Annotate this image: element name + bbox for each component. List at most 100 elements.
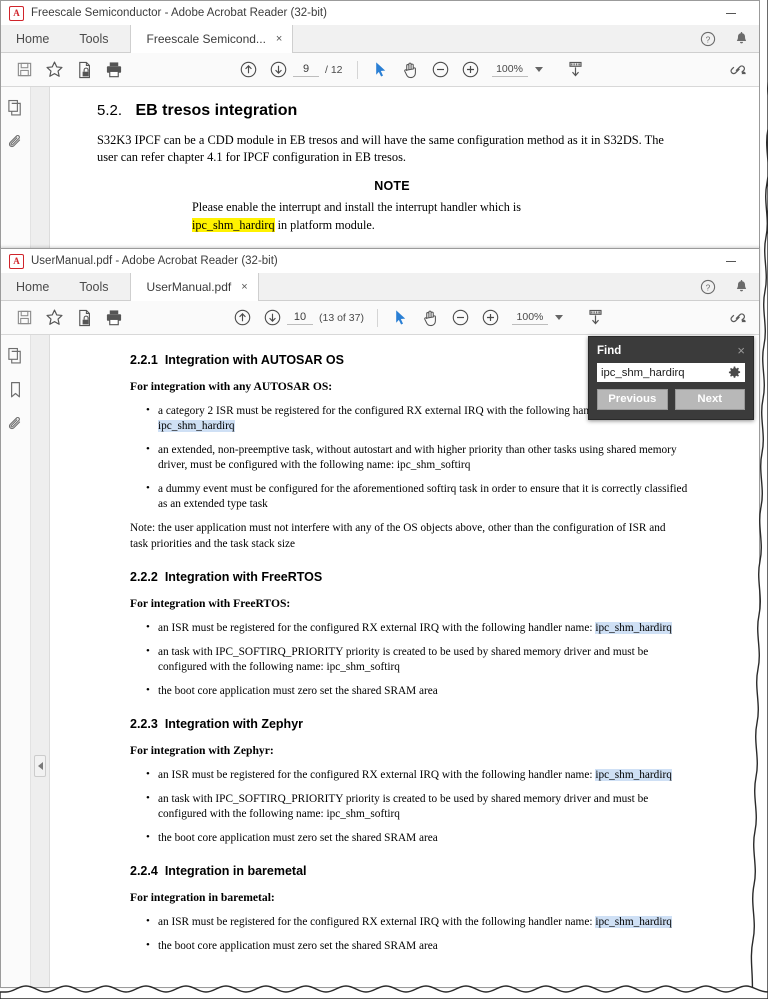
pdf-bullet-item: an ISR must be registered for the config…	[146, 767, 699, 783]
document-tab-back[interactable]: Freescale Semicond... ×	[129, 25, 294, 53]
fit-page-icon[interactable]	[581, 303, 611, 333]
share-link-icon[interactable]	[723, 303, 753, 333]
titlebar-back[interactable]: A Freescale Semiconductor - Adobe Acroba…	[1, 1, 759, 25]
menu-home-label: Home	[16, 279, 50, 294]
pdf-bullet-item: an extended, non-preemptive task, withou…	[146, 442, 699, 473]
page-thumbnails-icon[interactable]	[7, 347, 24, 365]
previous-page-arrow-icon[interactable]	[227, 303, 257, 333]
window-usermanual-pdf[interactable]: A UserManual.pdf - Adobe Acrobat Reader …	[0, 248, 760, 988]
help-circle-icon[interactable]: ?	[700, 31, 716, 47]
pdf-section-title: Integration with FreeRTOS	[164, 570, 323, 585]
zoom-in-icon[interactable]	[456, 55, 486, 85]
note-body-back: Please enable the interrupt and install …	[97, 199, 733, 234]
page-canvas-back[interactable]: 5.2. EB tresos integration S32K3 IPCF ca…	[50, 87, 759, 251]
menu-home-label: Home	[16, 31, 50, 46]
window-freescale-semiconductor[interactable]: A Freescale Semiconductor - Adobe Acroba…	[0, 0, 760, 252]
share-link-icon[interactable]	[723, 55, 753, 85]
menu-home-back[interactable]: Home	[1, 25, 64, 52]
menu-home-front[interactable]: Home	[1, 273, 64, 300]
add-to-favorites-star-icon[interactable]	[39, 55, 69, 85]
close-icon[interactable]: ×	[241, 281, 247, 293]
window-body-front: 2.2.1 Integration with AUTOSAR OS For inte…	[1, 335, 759, 987]
attachments-paperclip-icon[interactable]	[7, 133, 24, 151]
section-paragraph-back: S32K3 IPCF can be a CDD module in EB tre…	[97, 133, 664, 165]
save-floppy-icon[interactable]	[9, 303, 39, 333]
zoom-out-icon[interactable]	[426, 55, 456, 85]
fit-page-icon[interactable]	[561, 55, 591, 85]
zoom-level-dropdown-front[interactable]: 100%	[511, 311, 563, 325]
page-number-input-front[interactable]: 10	[287, 311, 313, 325]
pdf-bullet-item: an task with IPC_SOFTIRQ_PRIORITY priori…	[146, 644, 699, 675]
close-icon[interactable]: ×	[276, 33, 282, 45]
pdf-bullet-item: the boot core application must zero set …	[146, 938, 699, 954]
pdf-section-heading: 2.2.2 Integration with FreeRTOS	[130, 570, 699, 584]
window-title-back: Freescale Semiconductor - Adobe Acrobat …	[31, 7, 327, 19]
pdf-bullet-list: an ISR must be registered for the config…	[130, 914, 699, 954]
find-settings-gear-icon[interactable]	[728, 366, 741, 379]
menu-tools-front[interactable]: Tools	[64, 273, 123, 300]
pdf-search-match-highlight: ipc_shm_hardirq	[595, 769, 672, 782]
acrobat-pdf-icon: A	[9, 5, 24, 21]
print-icon[interactable]	[99, 303, 129, 333]
find-search-input[interactable]: ipc_shm_hardirq	[601, 367, 728, 379]
select-cursor-icon[interactable]	[366, 55, 396, 85]
find-previous-button[interactable]: Previous	[597, 389, 668, 410]
protect-document-icon[interactable]	[69, 55, 99, 85]
pdf-bullet-text: the boot core application must zero set …	[158, 832, 438, 845]
find-dialog[interactable]: Find × ipc_shm_hardirq Previous Next	[588, 336, 754, 420]
tabstrip-right-icons: ?	[700, 25, 759, 52]
help-circle-icon[interactable]: ?	[700, 279, 716, 295]
page-number-input-back[interactable]: 9	[293, 63, 319, 77]
pdf-bullet-list: an ISR must be registered for the config…	[130, 620, 699, 699]
notification-bell-icon[interactable]	[734, 279, 749, 295]
pdf-section-title: Integration with Zephyr	[164, 717, 304, 732]
find-input-row[interactable]: ipc_shm_hardirq	[597, 363, 745, 382]
zoom-level-dropdown-back[interactable]: 100%	[491, 63, 543, 77]
save-floppy-icon[interactable]	[9, 55, 39, 85]
previous-page-arrow-icon[interactable]	[233, 55, 263, 85]
page-canvas-front[interactable]: 2.2.1 Integration with AUTOSAR OS For inte…	[50, 335, 759, 987]
pdf-search-match-highlight: ipc_shm_hardirq	[595, 916, 672, 929]
pdf-bullet-item: an task with IPC_SOFTIRQ_PRIORITY priori…	[146, 791, 699, 822]
collapse-panel-button[interactable]	[34, 755, 46, 777]
next-page-arrow-icon[interactable]	[263, 55, 293, 85]
toolbar-separator-back	[356, 60, 358, 79]
document-tab-label: UserManual.pdf	[146, 280, 232, 294]
toolbar-back: 9 / 12 100%	[1, 53, 759, 87]
svg-text:?: ?	[706, 34, 711, 44]
navigation-rail-back	[1, 87, 31, 251]
titlebar-front[interactable]: A UserManual.pdf - Adobe Acrobat Reader …	[1, 249, 759, 273]
zoom-out-icon[interactable]	[446, 303, 476, 333]
pdf-bullet-text: an task with IPC_SOFTIRQ_PRIORITY priori…	[158, 793, 649, 821]
pdf-page-back: 5.2. EB tresos integration S32K3 IPCF ca…	[50, 87, 759, 234]
zoom-in-icon[interactable]	[476, 303, 506, 333]
pdf-search-match-highlight: ipc_shm_hardirq	[158, 420, 235, 433]
pdf-bullet-text: an ISR must be registered for the config…	[158, 769, 596, 782]
protect-document-icon[interactable]	[69, 303, 99, 333]
find-next-button[interactable]: Next	[674, 389, 745, 410]
menu-tools-back[interactable]: Tools	[64, 25, 123, 52]
pdf-bullet-text: a category 2 ISR must be registered for …	[158, 405, 638, 417]
hand-pan-icon[interactable]	[416, 303, 446, 333]
tabstrip-back: Home Tools Freescale Semicond... × ?	[1, 25, 759, 53]
close-icon[interactable]: ×	[737, 344, 745, 357]
print-icon[interactable]	[99, 55, 129, 85]
minimize-button-back[interactable]	[717, 3, 745, 23]
acrobat-pdf-icon: A	[9, 253, 24, 269]
pdf-bullet-item: a dummy event must be configured for the…	[146, 481, 699, 512]
pdf-bullet-text: an extended, non-preemptive task, withou…	[158, 444, 677, 472]
page-gutter-front	[31, 335, 50, 987]
toolbar-page-group-front: 10 (13 of 37)	[227, 303, 364, 333]
pdf-bullet-text: a dummy event must be configured for the…	[158, 483, 688, 511]
select-cursor-icon[interactable]	[386, 303, 416, 333]
toolbar-file-group-back	[1, 55, 129, 85]
attachments-paperclip-icon[interactable]	[7, 415, 24, 433]
minimize-button-front[interactable]	[717, 251, 745, 271]
bookmarks-ribbon-icon[interactable]	[8, 381, 23, 399]
next-page-arrow-icon[interactable]	[257, 303, 287, 333]
add-to-favorites-star-icon[interactable]	[39, 303, 69, 333]
page-thumbnails-icon[interactable]	[7, 99, 24, 117]
hand-pan-icon[interactable]	[396, 55, 426, 85]
notification-bell-icon[interactable]	[734, 31, 749, 47]
document-tab-front[interactable]: UserManual.pdf ×	[129, 273, 259, 301]
